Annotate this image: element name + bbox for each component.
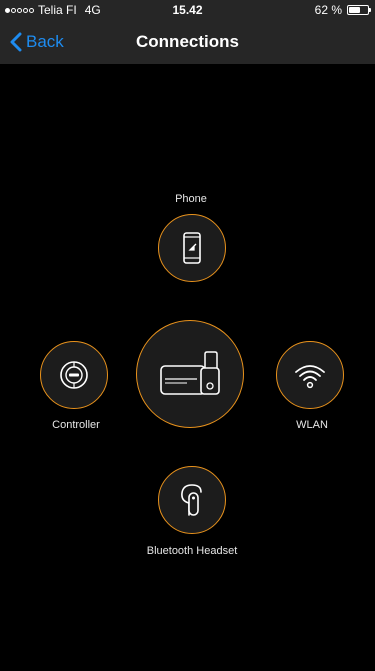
- status-bar: Telia FI 4G 15.42 62 %: [0, 0, 375, 20]
- battery-fill: [349, 7, 360, 13]
- chevron-left-icon: [10, 32, 22, 52]
- headset-connection-button[interactable]: [158, 466, 226, 534]
- wlan-connection-button[interactable]: [276, 341, 344, 409]
- controller-label: Controller: [52, 419, 100, 431]
- headset-icon: [181, 484, 202, 516]
- back-label: Back: [26, 32, 64, 51]
- headset-label: Bluetooth Headset: [146, 545, 238, 557]
- screen: Telia FI 4G 15.42 62 % Back Connections …: [0, 0, 375, 671]
- back-button[interactable]: Back: [10, 20, 64, 64]
- controller-connection-button[interactable]: [40, 341, 108, 409]
- phone-connection-button[interactable]: [158, 214, 226, 282]
- wlan-label: WLAN: [296, 419, 328, 431]
- battery-icon: [347, 5, 371, 15]
- camera-device-button[interactable]: [136, 320, 244, 428]
- phone-label: Phone: [175, 193, 207, 205]
- smartphone-icon: [183, 232, 201, 264]
- battery-percentage: 62 %: [314, 3, 342, 17]
- camera-device-icon: [160, 351, 220, 395]
- wifi-icon: [295, 365, 325, 389]
- navigation-bar: Back Connections: [0, 20, 375, 64]
- controller-icon: [60, 361, 88, 389]
- status-right: 62 %: [314, 0, 371, 20]
